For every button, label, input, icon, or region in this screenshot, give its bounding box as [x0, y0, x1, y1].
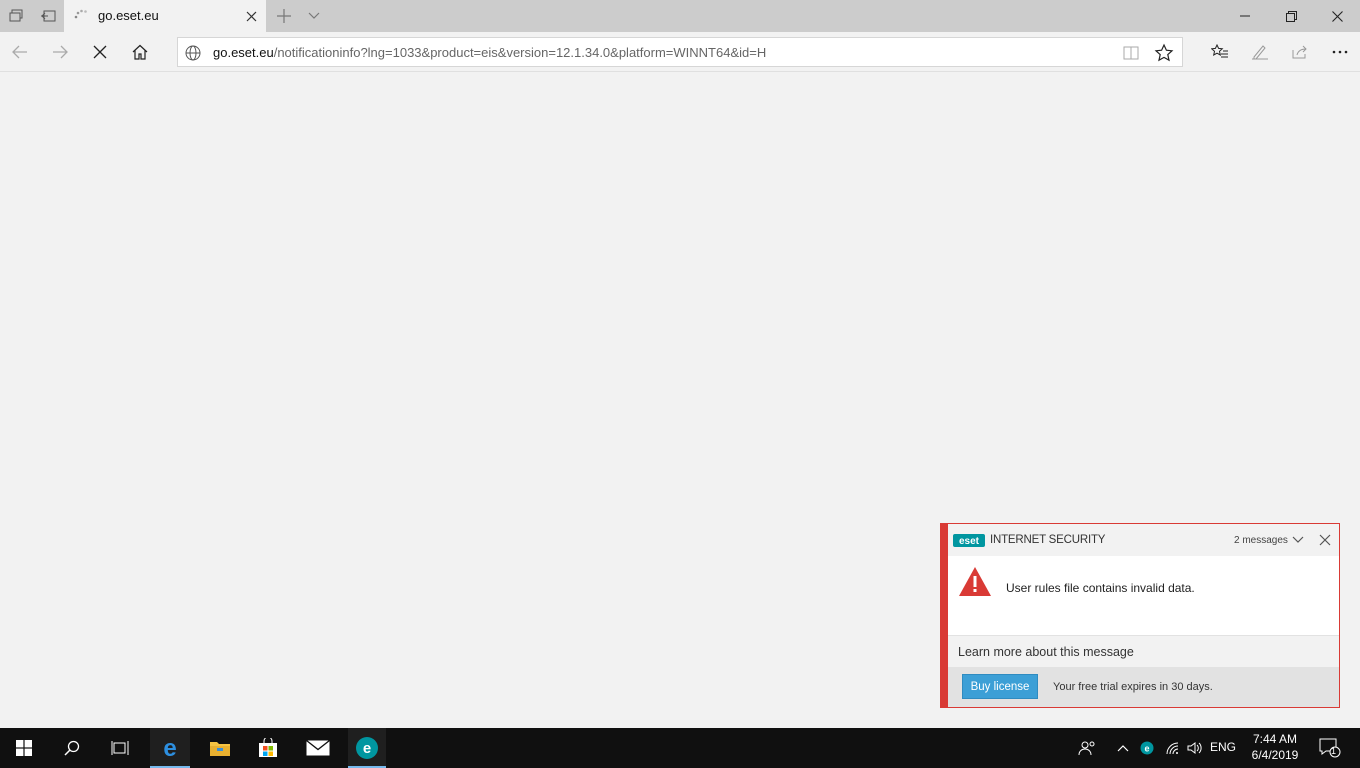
- tab-title: go.eset.eu: [98, 8, 159, 23]
- warning-icon: [959, 567, 991, 596]
- task-view-icon[interactable]: [96, 728, 144, 768]
- eset-notification: eset INTERNET SECURITY 2 messages User r…: [940, 523, 1340, 708]
- stop-icon[interactable]: [80, 32, 120, 72]
- clock[interactable]: 7:44 AM 6/4/2019: [1240, 731, 1310, 763]
- volume-icon[interactable]: [1184, 728, 1206, 768]
- buy-license-button[interactable]: Buy license: [962, 674, 1038, 699]
- url-host: go.eset.eu: [213, 45, 274, 60]
- chevron-down-icon[interactable]: [1292, 534, 1304, 546]
- reading-view-icon[interactable]: [1122, 44, 1140, 62]
- mail-icon[interactable]: [294, 728, 342, 768]
- learn-more-link[interactable]: Learn more about this message: [948, 635, 1339, 667]
- close-icon[interactable]: [1314, 0, 1360, 32]
- notes-icon[interactable]: [1240, 32, 1280, 72]
- learn-more-label: Learn more about this message: [958, 645, 1134, 659]
- tab-bar: go.eset.eu: [0, 0, 1360, 32]
- new-tab-icon[interactable]: [270, 0, 298, 32]
- language-indicator[interactable]: ENG: [1210, 740, 1236, 754]
- browser-tab[interactable]: go.eset.eu: [64, 0, 266, 32]
- trial-text: Your free trial expires in 30 days.: [1053, 681, 1213, 693]
- eset-taskbar-icon[interactable]: e: [348, 728, 386, 768]
- message-count: 2 messages: [1234, 535, 1288, 546]
- notification-badge: 1: [1331, 746, 1337, 756]
- url-text: go.eset.eu/notificationinfo?lng=1033&pro…: [213, 45, 766, 60]
- product-name: INTERNET SECURITY: [990, 534, 1106, 546]
- start-button[interactable]: [0, 728, 48, 768]
- notification-footer: Buy license Your free trial expires in 3…: [948, 667, 1339, 707]
- tabs-aside-icon[interactable]: [0, 0, 32, 32]
- forward-icon[interactable]: [40, 32, 80, 72]
- action-center-icon[interactable]: 1: [1316, 728, 1344, 768]
- share-icon[interactable]: [1280, 32, 1320, 72]
- people-icon[interactable]: [1076, 728, 1098, 768]
- search-icon[interactable]: [48, 728, 96, 768]
- back-icon[interactable]: [0, 32, 40, 72]
- notification-body: User rules file contains invalid data.: [948, 556, 1339, 635]
- globe-icon: [185, 45, 201, 61]
- chevron-up-icon[interactable]: [1114, 728, 1132, 768]
- edge-taskbar-icon[interactable]: e: [150, 728, 190, 768]
- eset-logo-icon: eset: [953, 534, 985, 547]
- notification-message: User rules file contains invalid data.: [1006, 581, 1195, 595]
- url-path: /notificationinfo?lng=1033&product=eis&v…: [273, 45, 767, 60]
- restore-icon[interactable]: [1268, 0, 1314, 32]
- tab-close-icon[interactable]: [240, 5, 262, 27]
- svg-text:eset: eset: [959, 536, 980, 547]
- loading-spinner-icon: [74, 9, 87, 19]
- taskbar: e e e ENG 7:44 AM 6/4/2019 1: [0, 728, 1360, 768]
- tab-preview-icon[interactable]: [300, 0, 328, 32]
- eset-tray-icon[interactable]: e: [1138, 728, 1156, 768]
- home-icon[interactable]: [120, 32, 160, 72]
- more-icon[interactable]: [1320, 32, 1360, 72]
- file-explorer-icon[interactable]: [196, 728, 244, 768]
- favorite-star-icon[interactable]: [1154, 43, 1174, 63]
- notification-close-icon[interactable]: [1318, 533, 1332, 547]
- clock-time: 7:44 AM: [1252, 732, 1298, 746]
- windows-logo-icon: [16, 740, 32, 756]
- notification-header: eset INTERNET SECURITY 2 messages: [948, 524, 1339, 556]
- favorites-icon[interactable]: [1200, 32, 1240, 72]
- set-tabs-aside-icon[interactable]: [32, 0, 64, 32]
- store-icon[interactable]: [244, 728, 292, 768]
- svg-text:e: e: [363, 740, 371, 757]
- clock-date: 6/4/2019: [1251, 748, 1299, 762]
- minimize-icon[interactable]: [1222, 0, 1268, 32]
- address-bar[interactable]: go.eset.eu/notificationinfo?lng=1033&pro…: [177, 37, 1183, 67]
- navigation-bar: go.eset.eu/notificationinfo?lng=1033&pro…: [0, 32, 1360, 72]
- svg-text:e: e: [1144, 744, 1149, 754]
- svg-text:e: e: [163, 737, 176, 759]
- network-icon[interactable]: [1162, 728, 1184, 768]
